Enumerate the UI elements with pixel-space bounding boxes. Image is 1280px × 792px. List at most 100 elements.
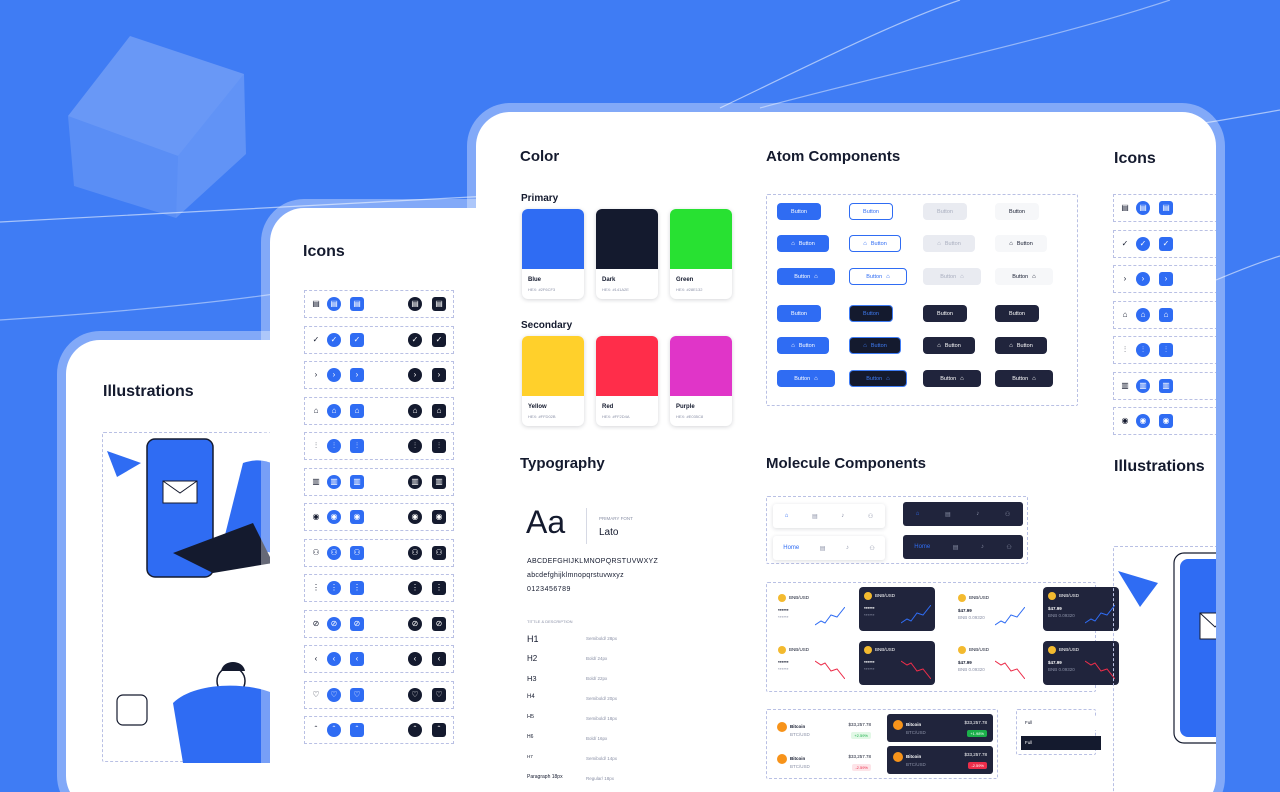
coin-list-item[interactable]: Bitcoin BTC/USD $33,257.78 -2.59% xyxy=(887,746,993,774)
more-vertical-icon[interactable]: ⋮ xyxy=(350,581,364,595)
button[interactable]: Button ⌂ xyxy=(849,268,907,285)
check-icon[interactable]: ✓ xyxy=(1118,237,1132,251)
crypto-price-card[interactable]: BNB/USD ****** ****** xyxy=(773,589,849,633)
crypto-price-card[interactable]: BNB/USD $47.99 BNB 0.09320 xyxy=(953,641,1029,685)
heart-icon[interactable]: ♡ xyxy=(432,687,446,702)
calendar-icon[interactable]: ▤ xyxy=(1118,201,1132,215)
crypto-price-card[interactable]: BNB/USD ****** ****** xyxy=(773,641,849,685)
chevron-right-icon[interactable]: › xyxy=(309,368,323,382)
bell-icon[interactable]: ♪ xyxy=(846,545,849,551)
sliders-icon[interactable]: ⫶ xyxy=(350,439,364,453)
button[interactable]: ⌂ Button xyxy=(995,235,1047,252)
home-icon[interactable]: ⌂ xyxy=(1118,308,1132,322)
chevron-left-icon[interactable]: ‹ xyxy=(327,652,341,666)
button[interactable]: Button xyxy=(923,305,967,322)
chevron-up-icon[interactable]: ˆ xyxy=(327,723,341,737)
eye-icon[interactable]: ◉ xyxy=(1118,414,1132,428)
user-icon[interactable]: ⚇ xyxy=(868,513,873,520)
crypto-price-card[interactable]: BNB/USD $47.99 BNB 0.09320 xyxy=(953,589,1029,633)
chevron-up-icon[interactable]: ˆ xyxy=(432,723,446,737)
button[interactable]: ⌂ Button xyxy=(777,235,829,252)
button[interactable]: Button xyxy=(777,203,821,220)
button[interactable]: ⌂ Button xyxy=(777,337,829,354)
sliders-icon[interactable]: ⫶ xyxy=(327,439,341,453)
eye-icon[interactable]: ◉ xyxy=(327,510,341,524)
eye-off-icon[interactable]: ⊘ xyxy=(309,617,323,631)
button[interactable]: ⌂ Button xyxy=(849,337,901,354)
trash-icon[interactable]: ▥ xyxy=(350,474,364,489)
trash-icon[interactable]: ▥ xyxy=(309,475,323,489)
chevron-right-icon[interactable]: › xyxy=(1159,272,1173,286)
button[interactable]: Button xyxy=(777,305,821,322)
calendar-icon[interactable]: ▤ xyxy=(309,297,323,311)
chevron-right-icon[interactable]: › xyxy=(327,368,341,382)
user-icon[interactable]: ⚇ xyxy=(1005,511,1010,518)
button[interactable]: Button xyxy=(849,305,893,322)
bell-icon[interactable]: ♪ xyxy=(976,511,979,517)
bell-icon[interactable]: ♪ xyxy=(981,544,984,550)
sliders-icon[interactable]: ⫶ xyxy=(309,439,323,453)
check-icon[interactable]: ✓ xyxy=(432,332,446,347)
home-icon[interactable]: ⌂ xyxy=(408,403,422,418)
eye-icon[interactable]: ◉ xyxy=(432,510,446,524)
trash-icon[interactable]: ▥ xyxy=(432,474,446,489)
sliders-icon[interactable]: ⫶ xyxy=(1136,343,1150,357)
sliders-icon[interactable]: ⫶ xyxy=(408,439,422,453)
eye-off-icon[interactable]: ⊘ xyxy=(432,616,446,631)
chevron-up-icon[interactable]: ˆ xyxy=(408,723,422,737)
button[interactable]: Button ⌂ xyxy=(777,268,835,285)
eye-off-icon[interactable]: ⊘ xyxy=(327,616,341,631)
button[interactable]: Button xyxy=(923,203,967,220)
home-icon[interactable]: ⌂ xyxy=(916,511,920,517)
check-icon[interactable]: ✓ xyxy=(327,332,341,347)
eye-icon[interactable]: ◉ xyxy=(408,510,422,524)
calendar-icon[interactable]: ▤ xyxy=(408,297,422,311)
coin-list-item[interactable]: Bitcoin BTC/USD $33,257.78 -2.59% xyxy=(771,748,877,776)
trash-icon[interactable]: ▥ xyxy=(408,474,422,489)
chevron-right-icon[interactable]: › xyxy=(1136,272,1150,286)
sliders-icon[interactable]: ⫶ xyxy=(432,439,446,453)
user-icon[interactable]: ⚇ xyxy=(432,545,446,560)
button[interactable]: Button xyxy=(995,203,1039,220)
crypto-price-card[interactable]: BNB/USD $47.99 BNB 0.09320 xyxy=(1043,641,1119,685)
home-icon[interactable]: ⌂ xyxy=(327,403,341,418)
heart-icon[interactable]: ♡ xyxy=(327,687,341,702)
chevron-right-icon[interactable]: › xyxy=(350,368,364,382)
more-vertical-icon[interactable]: ⋮ xyxy=(327,581,341,595)
bell-icon[interactable]: ♪ xyxy=(841,513,844,519)
user-icon[interactable]: ⚇ xyxy=(309,546,323,560)
button[interactable]: Button xyxy=(995,305,1039,322)
heart-icon[interactable]: ♡ xyxy=(408,687,422,702)
calendar-icon[interactable]: ▤ xyxy=(1159,201,1173,215)
eye-off-icon[interactable]: ⊘ xyxy=(408,616,422,631)
eye-icon[interactable]: ◉ xyxy=(1159,414,1173,428)
crypto-price-card[interactable]: BNB/USD ****** ****** xyxy=(859,641,935,685)
button[interactable]: Button ⌂ xyxy=(923,268,981,285)
check-icon[interactable]: ✓ xyxy=(1136,236,1150,251)
user-icon[interactable]: ⚇ xyxy=(327,545,341,560)
button[interactable]: Button ⌂ xyxy=(923,370,981,387)
trash-icon[interactable]: ▥ xyxy=(327,474,341,489)
chevron-right-icon[interactable]: › xyxy=(432,368,446,382)
home-icon[interactable]: ⌂ xyxy=(432,403,446,418)
check-icon[interactable]: ✓ xyxy=(1159,236,1173,251)
calendar-icon[interactable]: ▤ xyxy=(327,297,341,311)
button[interactable]: ⌂ Button xyxy=(849,235,901,252)
chevron-left-icon[interactable]: ‹ xyxy=(309,652,323,666)
home-icon[interactable]: ⌂ xyxy=(785,513,789,519)
eye-off-icon[interactable]: ⊘ xyxy=(350,616,364,631)
button[interactable]: ⌂ Button xyxy=(923,337,975,354)
document-icon[interactable]: ▤ xyxy=(953,544,959,551)
crypto-price-card[interactable]: BNB/USD ****** ****** xyxy=(859,587,935,631)
document-icon[interactable]: ▤ xyxy=(820,545,826,552)
chevron-right-icon[interactable]: › xyxy=(1118,272,1132,286)
check-icon[interactable]: ✓ xyxy=(408,332,422,347)
button[interactable]: Button ⌂ xyxy=(849,370,907,387)
chevron-left-icon[interactable]: ‹ xyxy=(408,652,422,666)
button[interactable]: Button ⌂ xyxy=(995,268,1053,285)
user-icon[interactable]: ⚇ xyxy=(869,545,874,552)
check-icon[interactable]: ✓ xyxy=(309,333,323,347)
button[interactable]: ⌂ Button xyxy=(923,235,975,252)
user-icon[interactable]: ⚇ xyxy=(1006,544,1011,551)
chevron-up-icon[interactable]: ˆ xyxy=(309,723,323,737)
